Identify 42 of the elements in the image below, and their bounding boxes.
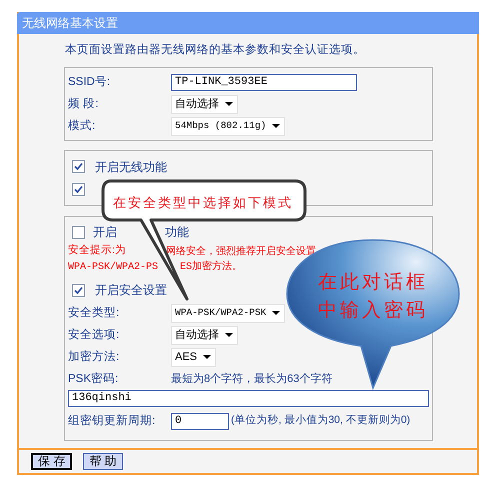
dropdown[interactable]: 54Mbps (802.11g) <box>171 116 286 136</box>
checkbox-label: 功能 <box>165 224 189 242</box>
dropdown[interactable]: 自动选择 <box>171 94 238 114</box>
checkbox[interactable] <box>72 284 85 297</box>
text-field[interactable]: 0 <box>171 412 229 430</box>
unit-note: (单位为秒, 最小值为30, 不更新则为0) <box>231 413 410 428</box>
dropdown[interactable]: AES <box>171 348 216 367</box>
security-tip: ES加密方法。 <box>180 260 242 275</box>
caret-icon <box>203 355 212 360</box>
field-label: 频 段: <box>68 96 100 112</box>
password-field[interactable]: 136qinshi <box>68 390 429 408</box>
caret-icon <box>272 124 280 128</box>
field-label: 安全类型: <box>68 306 120 321</box>
dropdown[interactable]: 自动选择 <box>171 326 238 345</box>
caret-icon <box>225 333 233 338</box>
window-title: 无线网络基本设置 <box>17 12 479 34</box>
hint-text: 最短为8个字符，最长为63个字符 <box>171 372 332 387</box>
form-button[interactable]: 保 存 <box>31 453 72 470</box>
field-label: 加密方法: <box>68 349 120 365</box>
field-label: 模式: <box>68 118 96 134</box>
checkbox-label: 开启 <box>93 224 117 242</box>
security-tip: 网络安全，强烈推荐开启安全设置 <box>166 244 316 259</box>
checkbox[interactable] <box>72 226 85 239</box>
field-label: 安全选项: <box>68 328 120 343</box>
callout-text: 中输入密码 <box>318 300 428 322</box>
callout-text: 在安全类型中选择如下模式 <box>113 195 293 210</box>
security-tip: WPA-PSK/WPA2-PS <box>68 260 158 275</box>
field-label: 组密钥更新周期: <box>68 413 156 429</box>
checkbox-label: 开启安全设置 <box>95 282 167 300</box>
security-tip: 安全提示:为 <box>68 243 126 258</box>
checkbox-label: 开启无线功能 <box>95 158 167 176</box>
checkbox[interactable] <box>72 183 85 196</box>
intro-text: 本页面设置路由器无线网络的基本参数和安全认证选项。 <box>64 42 366 58</box>
callout-text: 在此对话框 <box>318 272 428 294</box>
field-label: PSK密码: <box>68 371 120 387</box>
text-field[interactable]: TP-LINK_3593EE <box>171 74 357 91</box>
dropdown[interactable]: WPA-PSK/WPA2-PSK <box>171 304 286 323</box>
checkbox[interactable] <box>72 160 85 174</box>
field-label: SSID号: <box>68 74 112 90</box>
form-button[interactable]: 帮 助 <box>83 453 123 470</box>
caret-icon <box>225 102 233 106</box>
caret-icon <box>272 311 280 316</box>
